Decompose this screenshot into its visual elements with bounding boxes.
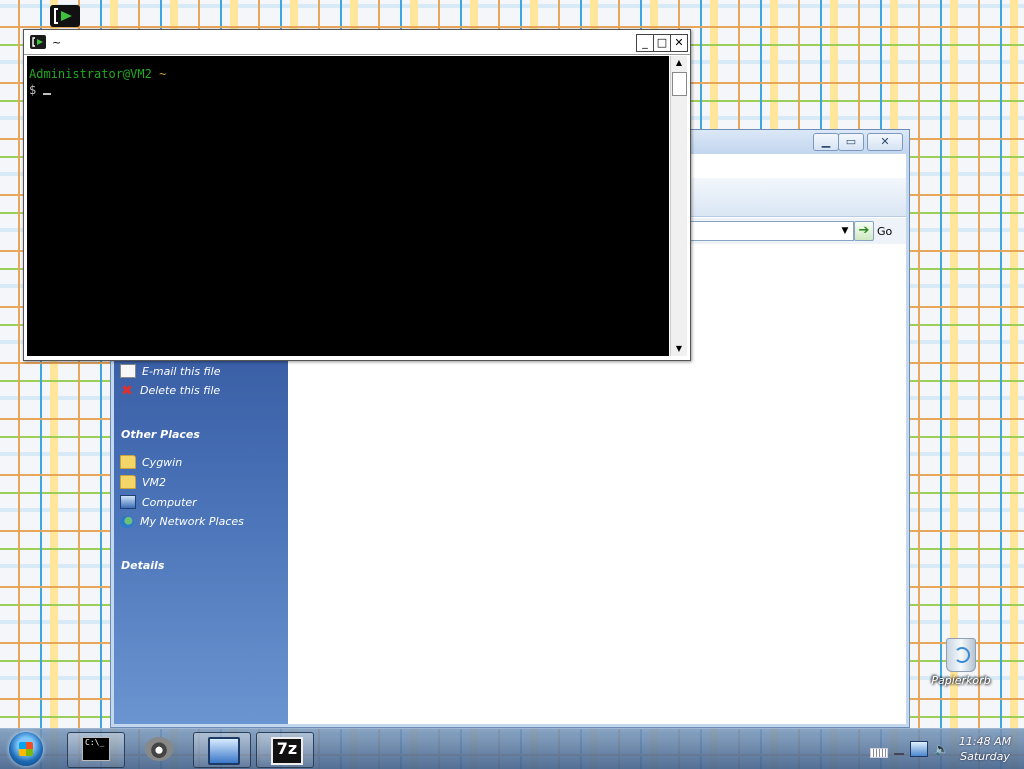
console-minimize-button[interactable]: _ (636, 34, 654, 52)
prompt-user: Administrator@VM2 (29, 67, 152, 81)
delete-x-icon: ✖ (121, 382, 133, 399)
volume-icon[interactable]: 🔈 (934, 742, 950, 756)
text-cursor (43, 93, 52, 95)
clock-day: Saturday (960, 750, 1010, 763)
taskbar-computer-button[interactable] (193, 732, 251, 768)
place-computer[interactable]: Computer (120, 495, 197, 509)
taskbar-raccoon-button[interactable] (130, 732, 188, 768)
place-vm2-label: VM2 (142, 475, 167, 489)
email-file-label: E-mail this file (142, 364, 221, 378)
prompt-symbol: $ (29, 83, 37, 97)
folder-icon (120, 475, 136, 489)
terminal-area[interactable]: Administrator@VM2 ~ $ (27, 56, 669, 356)
network-icon[interactable] (910, 741, 928, 757)
email-file-task[interactable]: E-mail this file (120, 364, 220, 378)
explorer-minimize-button[interactable]: ▁ (813, 133, 839, 151)
taskbar: C:\_ 7z 🔈 11:48 AM Saturday (0, 728, 1024, 769)
place-computer-label: Computer (142, 495, 197, 509)
console-maximize-button[interactable]: □ (653, 34, 671, 52)
console-titlebar[interactable]: ~ _ □ ✕ (24, 30, 690, 55)
network-places-icon (120, 515, 134, 528)
recycle-bin-label: Papierkorb (931, 674, 991, 687)
explorer-maximize-button[interactable]: ▭ (838, 133, 864, 151)
clock-time: 11:48 AM (958, 735, 1012, 748)
details-title[interactable]: Details (121, 559, 164, 572)
other-places-title[interactable]: Other Places (121, 428, 200, 441)
console-close-button[interactable]: ✕ (670, 34, 688, 52)
taskbar-7zip-button[interactable]: 7z (256, 732, 314, 768)
clock[interactable]: 11:48 AM Saturday (952, 734, 1018, 764)
7zip-icon: 7z (271, 737, 303, 765)
prompt-line: Administrator@VM2 ~ (29, 66, 669, 82)
place-network[interactable]: My Network Places (120, 515, 244, 528)
windows-logo-icon (19, 742, 33, 756)
delete-file-task[interactable]: ✖ Delete this file (120, 382, 221, 399)
go-button[interactable]: ➔ Go (854, 221, 892, 241)
place-vm2[interactable]: VM2 (120, 475, 166, 489)
system-tray: 🔈 (870, 733, 950, 765)
place-network-label: My Network Places (140, 515, 244, 528)
prompt-cwd: ~ (159, 67, 167, 81)
cygwin-icon (30, 35, 46, 49)
cygwin-desktop-icon[interactable] (48, 2, 82, 30)
computer-icon (120, 495, 136, 509)
explorer-close-button[interactable]: ✕ (867, 133, 903, 151)
recycle-bin-graphic (946, 638, 976, 672)
go-arrow-icon: ➔ (854, 221, 874, 241)
scroll-up-arrow-icon[interactable]: ▲ (671, 56, 687, 70)
delete-file-label: Delete this file (140, 384, 221, 397)
scrollbar-thumb[interactable] (672, 72, 687, 96)
console-icon: C:\_ (82, 737, 110, 761)
mail-icon (120, 364, 136, 378)
folder-icon (120, 455, 136, 469)
start-button[interactable] (9, 732, 43, 766)
taskbar-console-button[interactable]: C:\_ (67, 732, 125, 768)
recycle-bin-icon[interactable]: Papierkorb (926, 638, 996, 687)
keyboard-icon[interactable] (870, 748, 888, 758)
scroll-down-arrow-icon[interactable]: ▼ (671, 342, 687, 356)
go-label: Go (877, 224, 893, 238)
place-cygwin[interactable]: Cygwin (120, 455, 182, 469)
console-scrollbar[interactable]: ▲ ▼ (670, 56, 687, 356)
console-title: ~ (52, 36, 62, 49)
raccoon-icon (145, 737, 173, 761)
task-pane: E-mail this file ✖ Delete this file Othe… (114, 360, 288, 724)
place-cygwin-label: Cygwin (142, 455, 183, 469)
input-line: $ (29, 82, 669, 98)
tray-separator-icon (894, 753, 904, 755)
computer-icon (208, 737, 240, 765)
cygwin-console-window[interactable]: ~ _ □ ✕ Administrator@VM2 ~ $ ▲ ▼ (23, 29, 691, 361)
chevron-down-icon[interactable]: ▼ (837, 222, 853, 240)
